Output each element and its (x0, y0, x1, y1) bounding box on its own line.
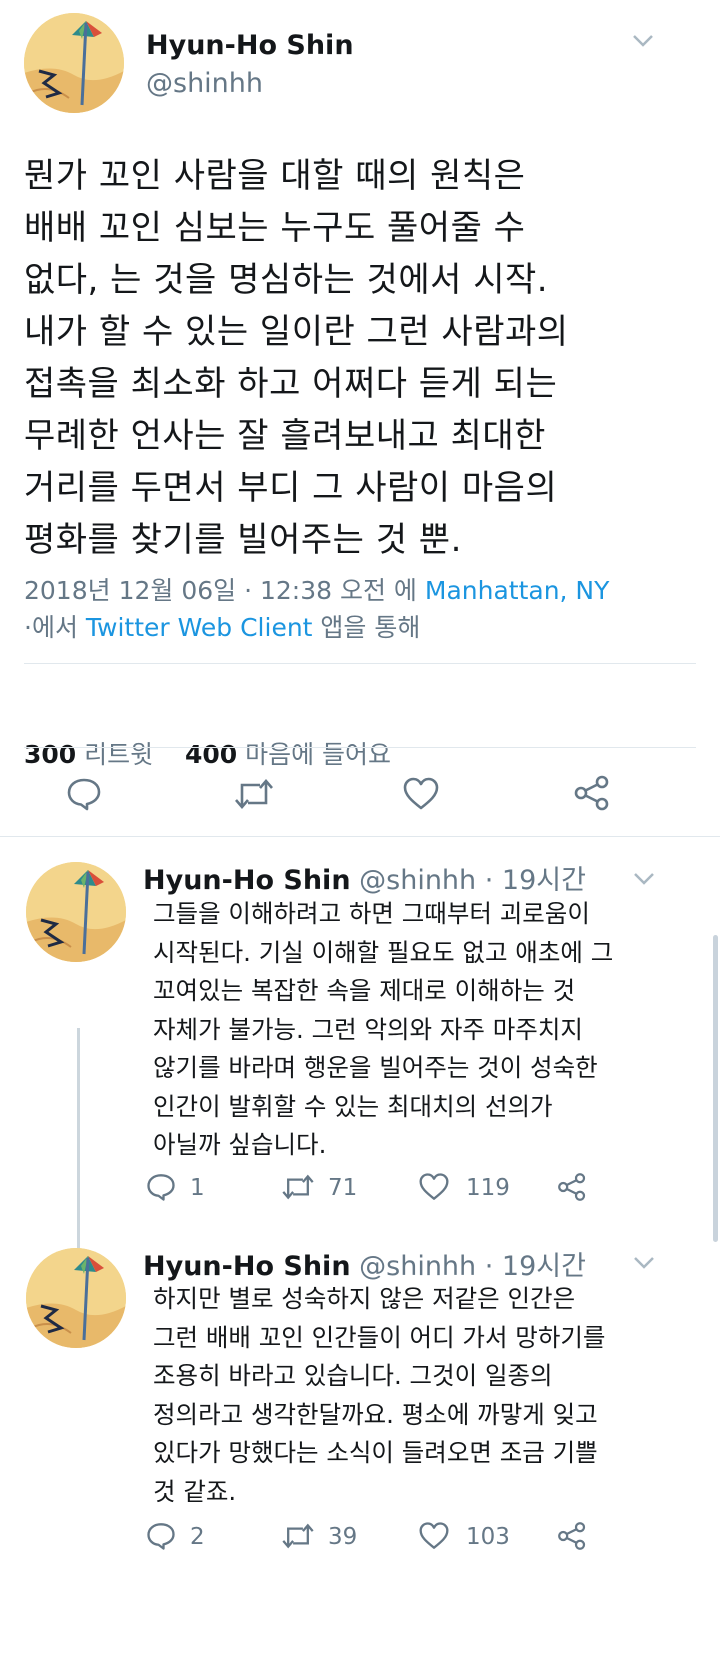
share-button[interactable] (556, 1520, 588, 1552)
share-icon (574, 775, 609, 811)
reply-text-line: 있다가 망했다는 소식이 들려오면 조금 기쁠 (153, 1438, 598, 1467)
reply-button[interactable] (146, 1521, 176, 1551)
tweet-text-line: 배배 꼬인 심보는 누구도 풀어줄 수 (24, 208, 526, 248)
share-button[interactable] (572, 774, 612, 812)
reply-text-line: 꼬여있는 복잡한 속을 제대로 이해하는 것 (153, 976, 576, 1005)
reply-icon (147, 1523, 175, 1550)
heart-icon (419, 1173, 449, 1200)
tweet-timestamp[interactable]: 2018년 12월 06일 · 12:38 오전 에 (24, 576, 417, 605)
retweet-label[interactable]: 리트윗 (84, 740, 153, 769)
tweet-text-line: 뭔가 꼬인 사람을 대할 때의 원칙은 (24, 156, 526, 196)
reply-time[interactable]: · 19시간 (485, 865, 586, 896)
retweet-icon (282, 1523, 314, 1549)
reply-text-line: 정의라고 생각한달까요. 평소에 까맣게 잊고 (153, 1399, 598, 1429)
chevron-down-icon[interactable] (633, 1256, 655, 1270)
share-icon (558, 1173, 586, 1201)
retweet-count[interactable]: 300 (24, 740, 76, 769)
tweet-meta-line-1: 2018년 12월 06일 · 12:38 오전 에 Manhattan, NY (24, 571, 609, 607)
reply-count: 1 (190, 1175, 205, 1201)
reply-text-line: 그런 배배 꼬인 인간들이 어디 가서 망하기를 (153, 1322, 606, 1352)
reply-header: Hyun-Ho Shin @shinhh · 19시간 (143, 858, 586, 897)
like-count[interactable]: 400 (185, 740, 237, 769)
reply-author-handle[interactable]: @shinhh (359, 1251, 476, 1282)
reply-text-line: 아닐까 싶습니다. (153, 1130, 327, 1159)
like-count: 119 (466, 1175, 510, 1201)
tweet-text: 뭔가 꼬인 사람을 대할 때의 원칙은 배배 꼬인 심보는 누구도 풀어줄 수 … (24, 150, 704, 566)
client-link[interactable]: Twitter Web Client (86, 613, 313, 642)
reply-count: 2 (190, 1524, 205, 1550)
reply-text-line: 않기를 바라며 행운을 빌어주는 것이 성숙한 (153, 1053, 598, 1082)
like-label[interactable]: 마음에 들어요 (245, 740, 391, 769)
like-button[interactable] (418, 1521, 450, 1551)
scrollbar[interactable] (713, 935, 718, 1242)
retweet-count: 39 (328, 1524, 358, 1550)
divider (24, 747, 696, 748)
reply-author-handle[interactable]: @shinhh (359, 865, 476, 896)
reply-time[interactable]: · 19시간 (485, 1251, 586, 1282)
chevron-down-icon[interactable] (632, 34, 654, 48)
tweet-text-line: 거리를 두면서 부디 그 사람이 마음의 (24, 468, 558, 508)
divider (0, 836, 720, 837)
reply-text-line: 것 같죠. (153, 1476, 237, 1506)
reply-avatar[interactable] (26, 862, 126, 962)
via-prefix: ·에서 (24, 613, 78, 642)
reply-text-line: 자체가 불가능. 그런 악의와 자주 마주치지 (153, 1014, 583, 1044)
retweet-button[interactable] (280, 1172, 316, 1202)
like-button[interactable] (402, 776, 440, 812)
like-count: 103 (466, 1524, 510, 1550)
tweet-location-link[interactable]: Manhattan, NY (425, 576, 610, 605)
reply-author-name[interactable]: Hyun-Ho Shin (143, 1251, 351, 1282)
reply-text-line: 그들을 이해하려고 하면 그때부터 괴로움이 (153, 899, 590, 928)
tweet-text-line: 무례한 언사는 잘 흘려보내고 최대한 (24, 416, 546, 456)
tweet-meta-line-2: ·에서 Twitter Web Client 앱을 통해 (24, 608, 420, 644)
tweet-stats: 300 리트윗 400 마음에 들어요 (24, 735, 391, 771)
reply-icon (67, 778, 101, 811)
reply-text-line: 하지만 별로 성숙하지 않은 저같은 인간은 (153, 1284, 576, 1313)
reply-text: 하지만 별로 성숙하지 않은 저같은 인간은 그런 배배 꼬인 인간들이 어디 … (153, 1280, 693, 1511)
retweet-button[interactable] (232, 776, 276, 812)
share-button[interactable] (556, 1171, 588, 1203)
reply-icon (147, 1174, 175, 1201)
reply-text-line: 인간이 발휘할 수 있는 최대치의 선의가 (153, 1091, 553, 1121)
author-name[interactable]: Hyun-Ho Shin (146, 30, 354, 61)
divider (24, 663, 696, 664)
like-button[interactable] (418, 1172, 450, 1202)
retweet-icon (282, 1174, 314, 1200)
reply-avatar[interactable] (26, 1248, 126, 1348)
chevron-down-icon[interactable] (633, 872, 655, 886)
reply-text: 그들을 이해하려고 하면 그때부터 괴로움이 시작된다. 기실 이해할 필요도 … (153, 895, 693, 1165)
heart-icon (419, 1522, 449, 1549)
share-icon (558, 1522, 586, 1550)
retweet-count: 71 (328, 1175, 358, 1201)
author-handle[interactable]: @shinhh (146, 68, 263, 99)
author-avatar[interactable] (24, 13, 124, 113)
reply-text-line: 조용히 바라고 있습니다. 그것이 일종의 (153, 1361, 553, 1390)
reply-header: Hyun-Ho Shin @shinhh · 19시간 (143, 1244, 586, 1283)
retweet-icon (235, 779, 273, 809)
reply-author-name[interactable]: Hyun-Ho Shin (143, 865, 351, 896)
reply-button[interactable] (66, 776, 102, 812)
via-suffix: 앱을 통해 (320, 613, 421, 642)
retweet-button[interactable] (280, 1521, 316, 1551)
tweet-text-line: 평화를 찾기를 빌어주는 것 뿐. (24, 520, 462, 560)
reply-text-line: 시작된다. 기실 이해할 필요도 없고 애초에 그 (153, 937, 614, 967)
reply-button[interactable] (146, 1172, 176, 1202)
tweet-text-line: 내가 할 수 있는 일이란 그런 사람과의 (24, 312, 569, 352)
tweet-text-line: 접촉을 최소화 하고 어쩌다 듣게 되는 (24, 364, 558, 404)
tweet-text-line: 없다, 는 것을 명심하는 것에서 시작. (24, 260, 549, 300)
heart-icon (403, 777, 439, 810)
